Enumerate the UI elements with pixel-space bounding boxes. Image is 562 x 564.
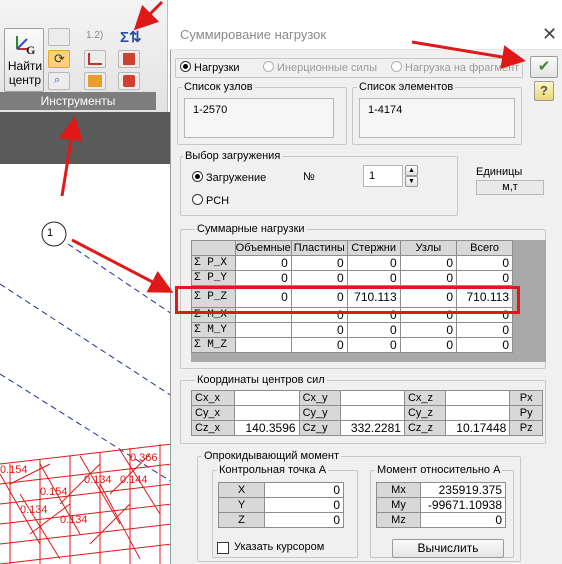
annotation-arrows-icon: [59, 0, 526, 293]
